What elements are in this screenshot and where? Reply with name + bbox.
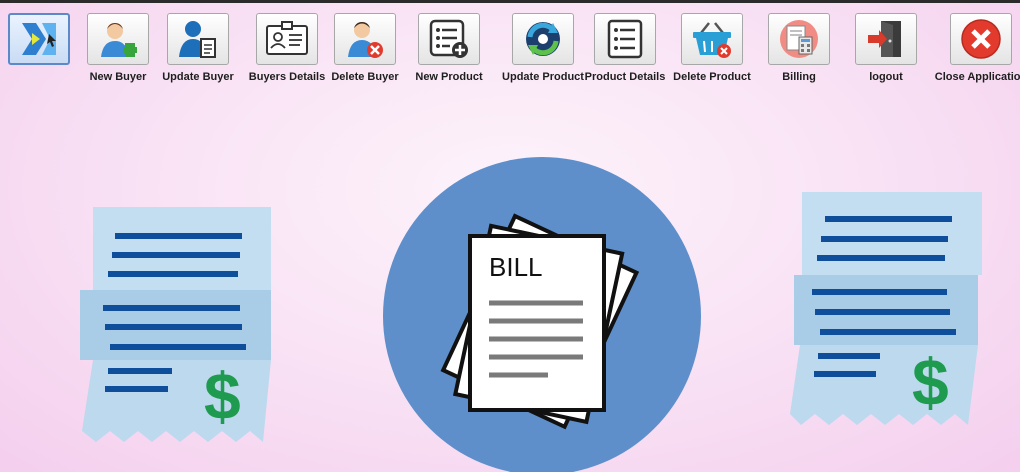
toolbar-item-billing[interactable]: Billing	[751, 8, 847, 84]
logout-button[interactable]	[855, 13, 917, 65]
update-buyer-button[interactable]	[167, 13, 229, 65]
delete-product-button[interactable]	[681, 13, 743, 65]
list-icon	[607, 19, 643, 59]
new-product-button[interactable]	[418, 13, 480, 65]
product-details-button[interactable]	[594, 13, 656, 65]
billing-button[interactable]	[768, 13, 830, 65]
toolbar-item-new-product[interactable]: New Product	[401, 8, 497, 84]
close-application-button[interactable]	[950, 13, 1012, 65]
right-receipt-illustration: $	[790, 192, 982, 425]
update-product-button[interactable]	[512, 13, 574, 65]
bill-document-illustration: BILL	[383, 157, 701, 472]
toolbar-item-logout[interactable]: logout	[838, 8, 934, 84]
window-top-border	[0, 0, 1020, 3]
toolbar-item-delete-buyer[interactable]: Delete Buyer	[317, 8, 413, 84]
toolbar-label: logout	[869, 71, 903, 83]
buyers-details-button[interactable]	[256, 13, 318, 65]
calculator-icon	[780, 20, 818, 58]
logout-door-icon	[868, 21, 901, 57]
dollar-icon: $	[204, 359, 241, 433]
toolbar-label: Close Application	[934, 71, 1020, 83]
toolbar-item-delete-product[interactable]: Delete Product	[664, 8, 760, 84]
close-circle-icon	[961, 19, 1001, 59]
basket-delete-icon	[693, 22, 731, 58]
toolbar-item-product-details[interactable]: Product Details	[577, 8, 673, 84]
toolbar-label: Delete Buyer	[331, 71, 399, 83]
dollar-icon: $	[912, 345, 949, 419]
toolbar-label: New Product	[415, 71, 483, 83]
add-list-icon	[429, 19, 468, 58]
toolbar-label: Billing	[782, 71, 816, 83]
id-card-icon	[266, 21, 308, 55]
delete-buyer-button[interactable]	[334, 13, 396, 65]
add-user-icon	[101, 23, 137, 57]
toolbar-label: Product Details	[584, 71, 666, 83]
toolbar-item-close-application[interactable]: Close Application	[933, 8, 1020, 84]
bill-heading: BILL	[489, 252, 543, 282]
refresh-icon	[526, 22, 560, 56]
app-logo-icon	[22, 23, 56, 55]
remove-user-icon	[348, 22, 383, 58]
edit-user-icon	[179, 21, 216, 58]
toolbar-label: Delete Product	[673, 71, 751, 83]
main-toolbar: New Buyer Update Buyer Buyers Details De…	[0, 8, 1020, 92]
toolbar-item-update-buyer[interactable]: Update Buyer	[150, 8, 246, 84]
new-buyer-button[interactable]	[87, 13, 149, 65]
left-receipt-illustration: $	[80, 207, 271, 442]
home-button[interactable]	[8, 13, 70, 65]
toolbar-label: Update Buyer	[162, 71, 234, 83]
